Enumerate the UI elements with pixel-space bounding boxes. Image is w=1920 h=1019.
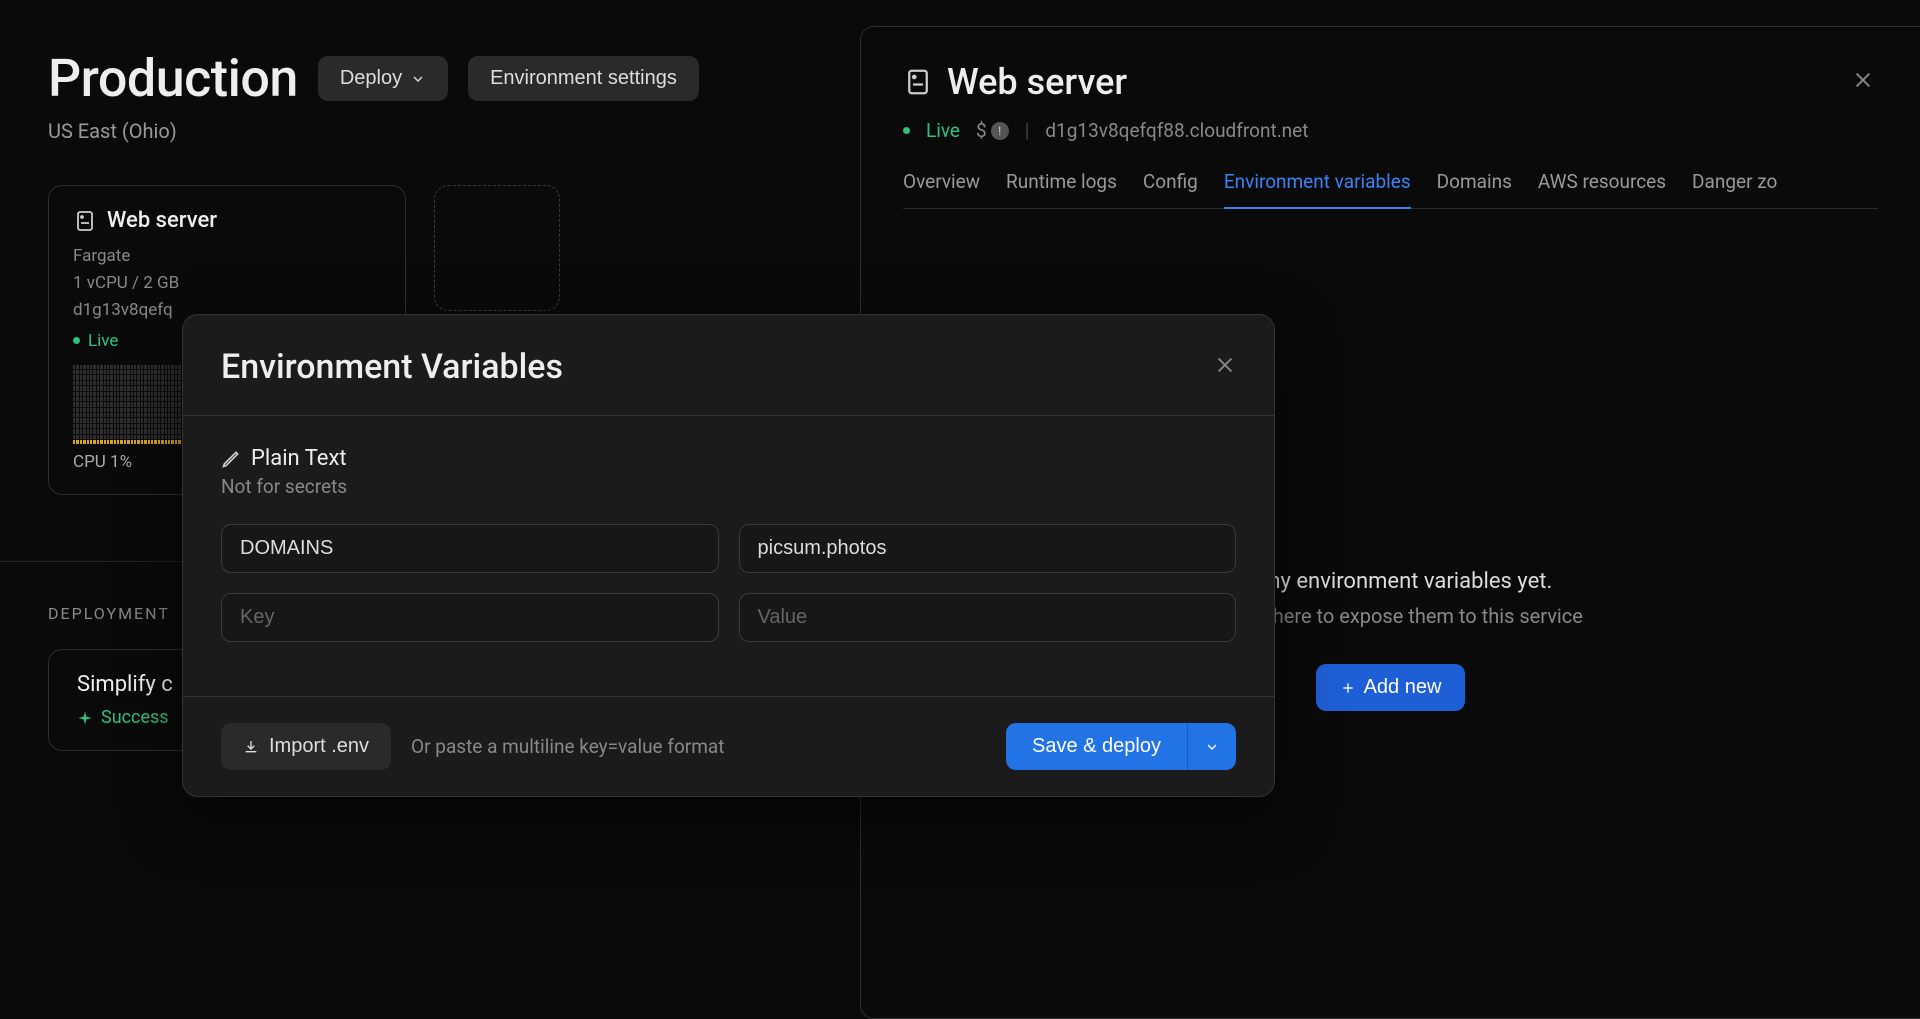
import-env-label: Import .env — [269, 735, 369, 758]
close-icon — [1214, 354, 1236, 376]
env-value-input-0[interactable] — [739, 524, 1237, 573]
save-deploy-button[interactable]: Save & deploy — [1006, 723, 1187, 770]
env-key-input-0[interactable] — [221, 524, 719, 573]
download-icon — [243, 739, 259, 755]
modal-footer-hint: Or paste a multiline key=value format — [411, 735, 724, 758]
modal-title: Environment Variables — [221, 347, 563, 387]
modal-section-title: Plain Text — [251, 446, 347, 471]
env-value-input-1[interactable] — [739, 593, 1237, 642]
save-deploy-dropdown[interactable] — [1187, 723, 1236, 770]
env-vars-modal: Environment Variables Plain Text Not for… — [182, 314, 1275, 797]
modal-close-button[interactable] — [1214, 354, 1236, 380]
save-deploy-split-button: Save & deploy — [1006, 723, 1236, 770]
modal-section-subtitle: Not for secrets — [221, 475, 1236, 498]
modal-backdrop: Environment Variables Plain Text Not for… — [0, 0, 1920, 1019]
save-deploy-label: Save & deploy — [1032, 735, 1161, 757]
chevron-down-icon — [1204, 739, 1220, 755]
env-key-input-1[interactable] — [221, 593, 719, 642]
pencil-icon — [221, 449, 241, 469]
import-env-button[interactable]: Import .env — [221, 723, 391, 770]
